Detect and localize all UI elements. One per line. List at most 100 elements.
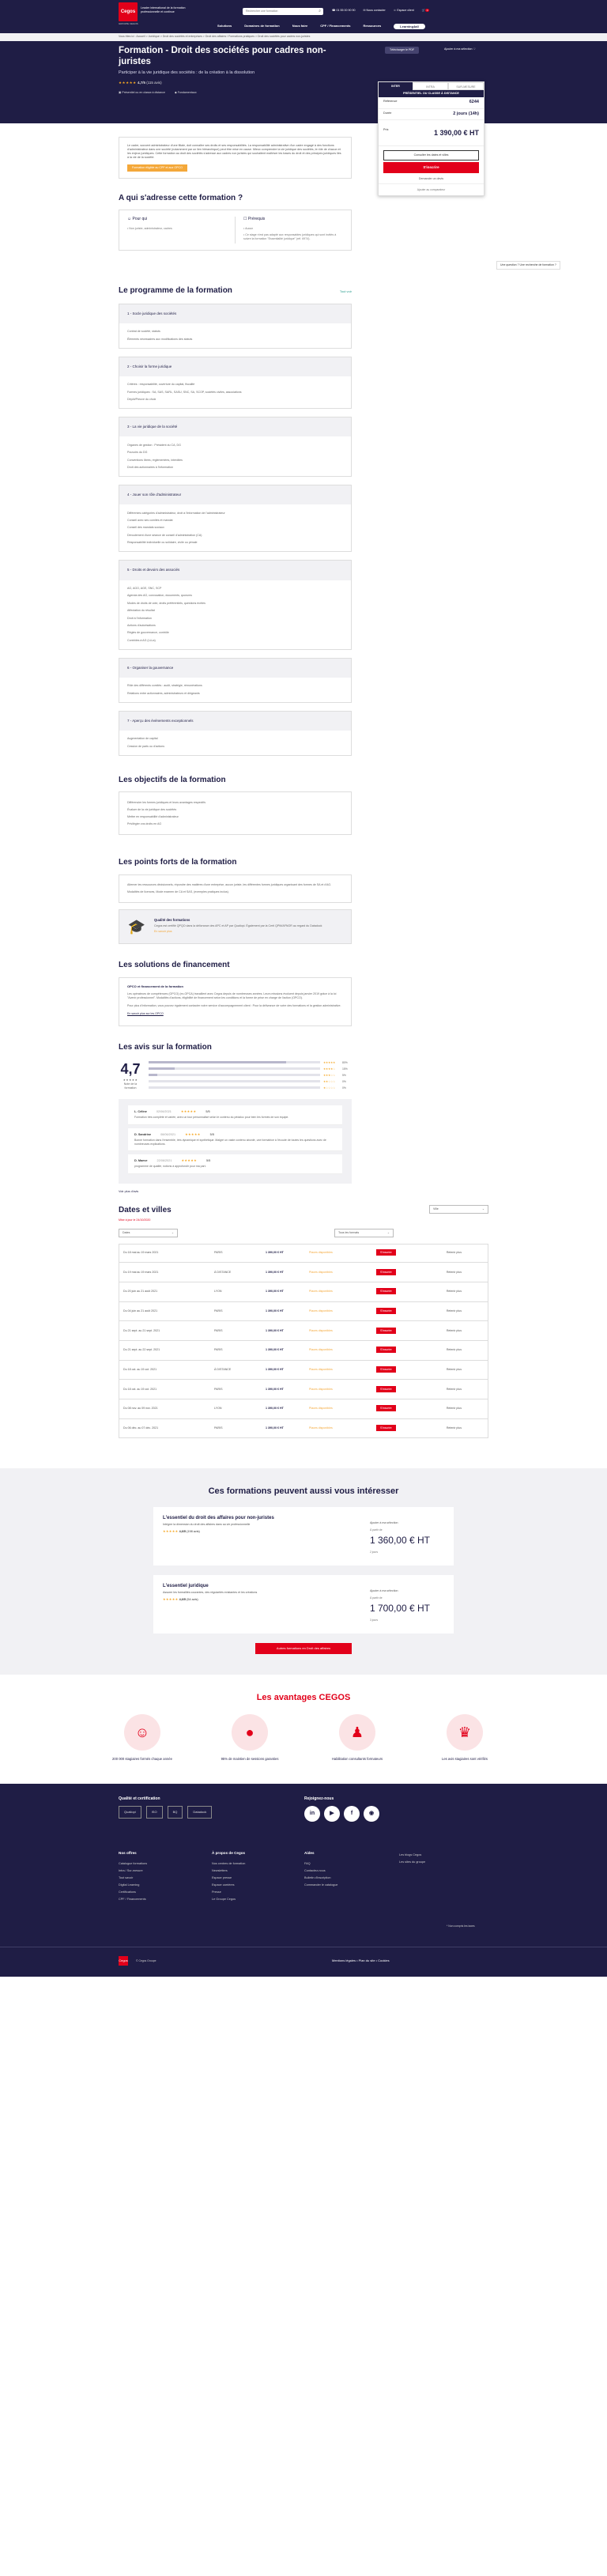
phone-link[interactable]: ☎ 01 55 00 90 90 — [332, 9, 355, 13]
cpf-chip[interactable]: Formation éligible au CPF et aux OPCO — [127, 164, 187, 172]
format-filter[interactable]: Tous les formats ⌄ — [334, 1228, 394, 1237]
linkedin-icon[interactable]: in — [304, 1806, 320, 1822]
footer-link[interactable]: FAQ — [304, 1860, 337, 1868]
see-more-reviews[interactable]: Voir plus d'avis — [119, 1190, 352, 1194]
session-register-button[interactable]: S'inscrire — [376, 1347, 396, 1354]
session-register-button[interactable]: S'inscrire — [376, 1288, 396, 1295]
footer-link[interactable]: Les sites du groupe — [399, 1859, 425, 1866]
legal-links[interactable]: Mentions légales • Plan du site • Cookie… — [332, 1958, 390, 1962]
session-register-button[interactable]: S'inscrire — [376, 1308, 396, 1314]
footer-link[interactable]: Espace presse — [212, 1875, 245, 1882]
session-register-button[interactable]: S'inscrire — [376, 1249, 396, 1256]
session-register-button[interactable]: S'inscrire — [376, 1268, 396, 1275]
chat-prompt[interactable]: Une question ? Une recherche de formatio… — [496, 261, 560, 270]
session-more-link[interactable]: Retenir plus — [422, 1407, 462, 1411]
session-register-button[interactable]: S'inscrire — [376, 1385, 396, 1392]
footer-link[interactable]: Presse — [212, 1889, 245, 1896]
search-input[interactable]: Rechercher une formation ⌕ — [243, 8, 323, 15]
search-icon[interactable]: ⌕ — [319, 9, 321, 14]
session-more-link[interactable]: Retenir plus — [422, 1290, 462, 1294]
session-more-link[interactable]: Retenir plus — [422, 1309, 462, 1313]
footer-link[interactable]: Bulletin d'inscription — [304, 1875, 337, 1882]
nav-item-domaines[interactable]: Domaines de formation — [244, 24, 279, 29]
review-text: programme de qualité, notions à approfon… — [134, 1165, 206, 1169]
module-header[interactable]: 7 - Aperçu des événements exceptionnels — [119, 711, 351, 731]
advantages-section: Les avantages CEGOS ☺ 200 000 stagiaires … — [0, 1675, 607, 1785]
footer-link[interactable]: Certifications — [119, 1889, 147, 1896]
download-pdf-button[interactable]: Télécharger le PDF — [385, 47, 420, 54]
related-title[interactable]: L'essentiel du droit des affaires pour n… — [163, 1515, 444, 1521]
related-add-favorite[interactable]: Ajouter à ma sélection — [370, 1589, 430, 1593]
module-header[interactable]: 2 - Choisir la forme juridique — [119, 357, 351, 377]
footer-link[interactable]: Intra / Sur-mesure — [119, 1868, 147, 1875]
search-placeholder: Rechercher une formation — [246, 9, 278, 13]
session-more-link[interactable]: Retenir plus — [422, 1426, 462, 1430]
module-header[interactable]: 1 - Socle juridique des sociétés — [119, 304, 351, 324]
session-register-button[interactable]: S'inscrire — [376, 1425, 396, 1432]
cart-icon[interactable]: 🛒 0 — [422, 9, 429, 13]
session-register-button[interactable]: S'inscrire — [376, 1366, 396, 1373]
objectives-list: Différencier les formes juridiques et le… — [127, 799, 343, 828]
session-more-link[interactable]: Retenir plus — [422, 1329, 462, 1333]
breadcrumb[interactable]: Vous êtes ici : Accueil > Juridique > Dr… — [0, 33, 607, 41]
all-trainings-button[interactable]: Autres formations en Droit des affaires — [255, 1643, 352, 1654]
footer-link[interactable]: Espace carrières — [212, 1882, 245, 1889]
dates-filter[interactable]: Dates ⌄ — [119, 1228, 178, 1237]
opco-link[interactable]: En savoir plus sur les OPCO — [127, 1012, 343, 1016]
see-dates-button[interactable]: Consulter les dates et villes — [383, 150, 479, 161]
session-status: Places disponibles — [309, 1328, 333, 1332]
quality-more-link[interactable]: En savoir plus — [154, 930, 322, 934]
city-select[interactable]: Ville ⌄ — [429, 1205, 488, 1214]
footer-link[interactable]: CPF / Financements — [119, 1896, 147, 1903]
session-more-link[interactable]: Retenir plus — [422, 1388, 462, 1392]
module-header[interactable]: 3 - La vie juridique de la société — [119, 417, 351, 437]
session-more-link[interactable]: Retenir plus — [422, 1368, 462, 1372]
session-register-button[interactable]: S'inscrire — [376, 1327, 396, 1334]
hero-rating[interactable]: ★★★★★ 4,7/5 (115 avis) — [119, 81, 162, 85]
tab-intra[interactable]: INTRA — [413, 82, 448, 90]
related-title[interactable]: L'essentiel juridique — [163, 1583, 444, 1589]
module-header[interactable]: 5 - Droits et devoirs des associés — [119, 561, 351, 580]
footer-link[interactable]: Les blogs Cegos — [399, 1852, 425, 1859]
nav-item-nous-faire[interactable]: Nous faire — [292, 24, 308, 29]
session-date: Du 20 juin au 21 août 2021 — [123, 1290, 158, 1294]
nav-item-learning4all[interactable]: Learning4all — [394, 24, 425, 30]
module-header[interactable]: 4 - Jouer son rôle d'administrateur — [119, 485, 351, 505]
session-more-link[interactable]: Retenir plus — [422, 1271, 462, 1275]
client-space-link[interactable]: ☺ Espace client — [394, 9, 414, 13]
quote-link[interactable]: Demander un devis — [379, 175, 484, 183]
footer-link[interactable]: Catalogue formations — [119, 1860, 147, 1868]
nav-item-solutions[interactable]: Solutions — [217, 24, 232, 29]
footer-link[interactable]: Le Groupe Cegos — [212, 1896, 245, 1903]
session-date: Du 18 mai au 19 mars 2021 — [123, 1251, 159, 1255]
youtube-icon[interactable]: ▶ — [324, 1806, 340, 1822]
facebook-icon[interactable]: f — [344, 1806, 360, 1822]
footer-link[interactable]: Tout savoir — [119, 1875, 147, 1882]
session-more-link[interactable]: Retenir plus — [422, 1251, 462, 1255]
show-all-link[interactable]: Tout voir — [340, 289, 352, 293]
cegos-logo[interactable]: Cegos — [119, 2, 138, 21]
tab-sur-mesure[interactable]: SUR-MESURE — [448, 82, 484, 90]
related-card[interactable]: L'essentiel juridique Assurer les formali… — [153, 1575, 454, 1634]
nav-item-ressources[interactable]: Ressources — [363, 24, 381, 29]
related-add-favorite[interactable]: Ajouter à ma sélection — [370, 1521, 430, 1525]
footer-link[interactable]: Contactez-nous — [304, 1868, 337, 1875]
session-more-link[interactable]: Retenir plus — [422, 1348, 462, 1352]
footer-link[interactable]: Nos centres de formation — [212, 1860, 245, 1868]
related-card[interactable]: L'essentiel du droit des affaires pour n… — [153, 1507, 454, 1566]
nav-item-cpf[interactable]: CPF / Financements — [320, 24, 350, 29]
instagram-icon[interactable]: ◉ — [364, 1806, 379, 1822]
footer-logo[interactable]: Cegos — [119, 1956, 128, 1966]
footer-link[interactable]: Digital Learning — [119, 1882, 147, 1889]
register-button[interactable]: S'inscrire — [383, 161, 479, 174]
module-header[interactable]: 6 - Organiser la gouvernance — [119, 659, 351, 678]
compare-link[interactable]: Ajouter au comparateur — [379, 183, 484, 196]
footer-column-title: À propos de Cegos — [212, 1851, 246, 1856]
footer-link[interactable]: Newsletters — [212, 1868, 245, 1875]
contact-link[interactable]: ✉ Nous contacter — [363, 9, 385, 13]
advantage-text: Les avis stagiaires sont vérifiés — [442, 1757, 488, 1762]
footer-link[interactable]: Commander le catalogue — [304, 1882, 337, 1889]
session-register-button[interactable]: S'inscrire — [376, 1405, 396, 1412]
add-favorite-link[interactable]: Ajouter à ma sélection ♡ — [444, 47, 476, 51]
tab-inter[interactable]: INTER — [379, 82, 413, 90]
